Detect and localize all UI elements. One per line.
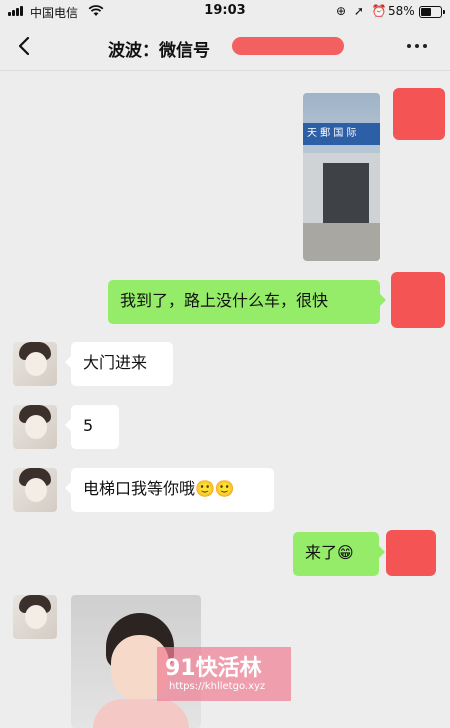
chat-title: 波波：微信号 bbox=[108, 41, 210, 61]
watermark: 91快活林 https://khlletgo.xyz bbox=[157, 647, 291, 701]
incoming-message[interactable]: 电梯口我等你哦🙂🙂 bbox=[65, 468, 274, 512]
incoming-message[interactable]: 5 bbox=[65, 405, 119, 449]
chevron-left-icon[interactable] bbox=[14, 34, 36, 58]
watermark-url: https://khlletgo.xyz bbox=[169, 681, 266, 692]
message-text: 大门进来 bbox=[83, 353, 148, 372]
status-bar: 中国电信 19:03 ⊕ ➚ ⏰ 58% bbox=[0, 0, 450, 24]
outgoing-image-message[interactable]: 天 郵 国 际 bbox=[303, 93, 380, 261]
my-avatar-redacted[interactable] bbox=[386, 530, 436, 576]
outgoing-message[interactable]: 我到了，路上没什么车，很快 bbox=[108, 280, 386, 324]
message-text: 电梯口我等你哦🙂🙂 bbox=[83, 479, 235, 498]
contact-avatar[interactable] bbox=[13, 595, 57, 639]
message-text: 来了😁 bbox=[305, 543, 354, 562]
my-avatar-redacted[interactable] bbox=[393, 88, 445, 140]
battery-fill bbox=[421, 8, 431, 16]
outgoing-message[interactable]: 来了😁 bbox=[293, 532, 385, 576]
status-icons: ⊕ ➚ ⏰ bbox=[336, 4, 389, 18]
chat-header: 波波：微信号 bbox=[0, 24, 450, 71]
contact-avatar[interactable] bbox=[13, 468, 57, 512]
contact-avatar[interactable] bbox=[13, 405, 57, 449]
my-avatar-redacted[interactable] bbox=[391, 272, 445, 328]
contact-avatar[interactable] bbox=[13, 342, 57, 386]
message-text: 我到了，路上没什么车，很快 bbox=[120, 291, 329, 310]
watermark-name: 91快活林 bbox=[165, 656, 262, 681]
battery-icon bbox=[419, 6, 445, 18]
redaction-mark bbox=[232, 37, 344, 55]
ellipsis-icon[interactable] bbox=[407, 44, 427, 48]
message-text: 5 bbox=[83, 416, 94, 435]
incoming-message[interactable]: 大门进来 bbox=[65, 342, 173, 386]
storefront-sign: 天 郵 国 际 bbox=[303, 123, 380, 145]
battery-percent: 58% bbox=[388, 4, 415, 18]
